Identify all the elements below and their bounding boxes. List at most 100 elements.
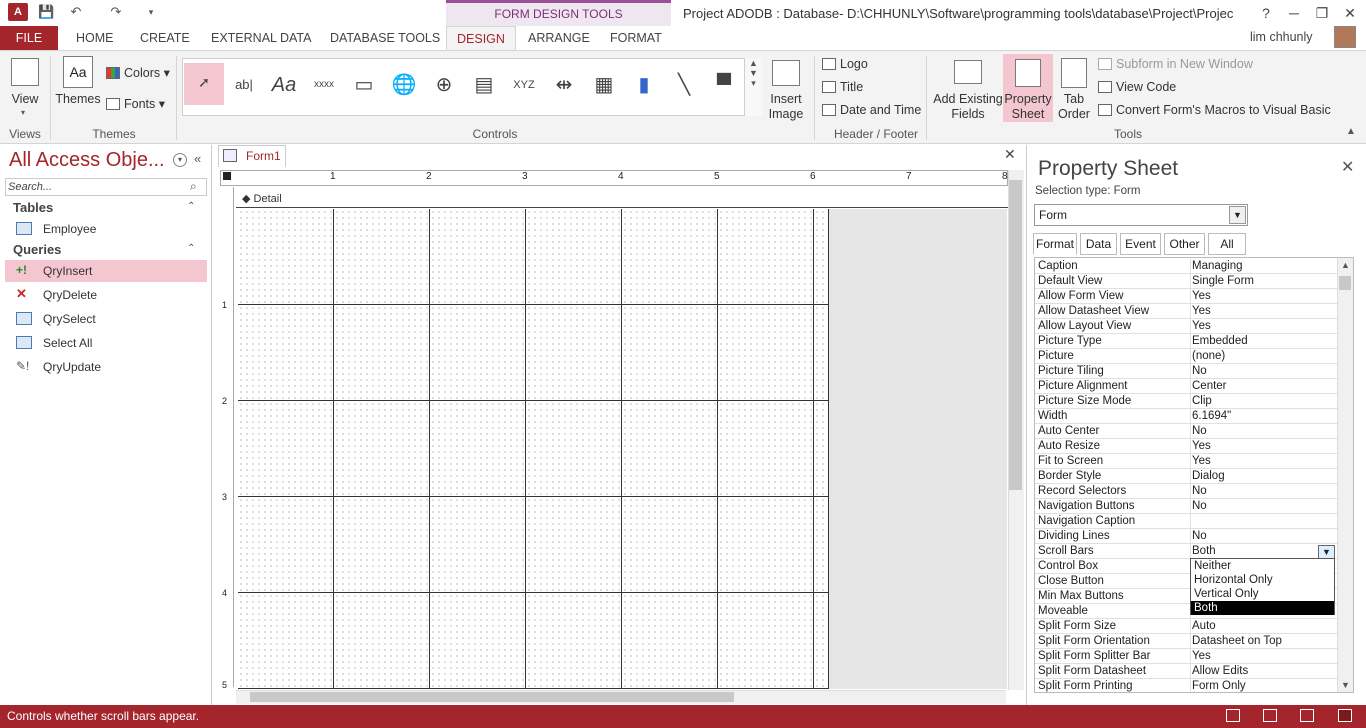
property-sheet-icon[interactable] [1015,59,1041,87]
property-row[interactable]: Picture Tiling No [1035,364,1337,379]
property-sheet-label-1[interactable]: Property [1003,92,1053,107]
form-selector[interactable] [223,172,231,180]
property-row[interactable]: Picture Type Embedded [1035,334,1337,349]
property-value[interactable]: Single Form [1190,274,1336,289]
detail-section-bar[interactable]: ◆ Detail [236,191,1008,208]
property-row[interactable]: Caption Managing [1035,259,1337,274]
selection-combo[interactable]: Form [1034,204,1248,226]
tables-section-header[interactable]: Tables [13,200,53,215]
nav-item-qryupdate[interactable]: ✎! QryUpdate [5,356,207,378]
option-group-icon[interactable]: XYZ [506,66,542,104]
ps-tab-all[interactable]: All [1208,233,1246,255]
form-view-icon[interactable] [1226,709,1240,722]
ps-tab-event[interactable]: Event [1120,233,1161,255]
property-value[interactable]: Yes [1190,454,1336,469]
tab-create[interactable]: CREATE [130,26,200,50]
property-row[interactable]: Split Form Datasheet Allow Edits [1035,664,1337,679]
view-button[interactable]: View [6,92,44,107]
property-row[interactable]: Allow Form View Yes [1035,289,1337,304]
colors-button[interactable]: Colors ▾ [106,65,170,80]
undo-icon[interactable]: ↶ [68,4,84,20]
property-row[interactable]: Split Form Size Auto [1035,619,1337,634]
property-value[interactable]: Embedded [1190,334,1336,349]
access-app-icon[interactable]: A [8,3,28,21]
tab-order-label-2[interactable]: Order [1054,107,1094,122]
navigation-control-icon[interactable]: ▤ [466,66,502,104]
restore-button[interactable]: ❐ [1311,3,1333,23]
scroll-thumb[interactable] [250,692,734,702]
tab-database-tools[interactable]: DATABASE TOOLS [320,26,450,50]
tab-arrange[interactable]: ARRANGE [518,26,600,50]
property-value[interactable]: Managing [1190,259,1336,274]
themes-icon[interactable]: Aa [63,56,93,88]
property-row[interactable]: Navigation Buttons No [1035,499,1337,514]
themes-button[interactable]: Themes [54,92,102,107]
property-row[interactable]: Auto Resize Yes [1035,439,1337,454]
web-browser-icon[interactable]: ⊕ [426,66,462,104]
insert-image-icon[interactable] [772,60,800,86]
nav-menu-icon[interactable]: ▾ [173,153,187,167]
property-value[interactable]: Auto [1190,619,1336,634]
nav-item-select-all[interactable]: Select All [5,332,207,354]
property-value[interactable]: Yes [1190,289,1336,304]
property-value[interactable]: Dialog [1190,469,1336,484]
property-value[interactable]: Yes [1190,304,1336,319]
save-icon[interactable]: 💾 [38,4,54,20]
property-value[interactable]: No [1190,484,1336,499]
add-existing-fields-label-2[interactable]: Fields [932,107,1004,122]
ps-tab-format[interactable]: Format [1033,233,1077,255]
combo-box-icon[interactable]: ▦ [586,66,622,104]
user-name[interactable]: lim chhunly [1250,30,1313,44]
form-design-grid[interactable] [238,209,829,689]
property-row[interactable]: Picture Alignment Center [1035,379,1337,394]
tab-control-icon[interactable]: ▭ [346,66,382,104]
logo-button[interactable]: Logo [822,57,868,71]
property-row[interactable]: Navigation Caption [1035,514,1337,529]
button-control-icon[interactable]: xxxx [306,66,342,104]
property-value[interactable]: Center [1190,379,1336,394]
datasheet-view-icon[interactable] [1263,709,1277,722]
nav-item-employee[interactable]: Employee [5,218,207,240]
search-icon[interactable]: ⌕ [190,179,197,194]
page-break-icon[interactable]: ⇹ [546,66,582,104]
ps-tab-data[interactable]: Data [1080,233,1117,255]
design-view-icon[interactable] [1338,709,1352,722]
scroll-bars-option[interactable]: Vertical Only [1191,587,1334,601]
view-code-button[interactable]: View Code [1098,80,1176,94]
convert-macros-button[interactable]: Convert Form's Macros to Visual Basic [1098,103,1331,117]
line-icon[interactable]: ╲ [666,66,702,104]
scroll-thumb[interactable] [1009,180,1022,490]
chevron-down-icon[interactable]: ▾ [21,108,25,117]
redo-icon[interactable]: ↷ [108,4,124,20]
property-row[interactable]: Fit to Screen Yes [1035,454,1337,469]
property-sheet-label-2[interactable]: Sheet [1003,107,1053,122]
nav-item-qrydelete[interactable]: ✕ QryDelete [5,284,207,306]
nav-item-qryselect[interactable]: QrySelect [5,308,207,330]
help-button[interactable]: ? [1255,3,1277,23]
property-value[interactable]: Yes [1190,319,1336,334]
toggle-button-icon[interactable]: ▀ [706,66,742,104]
property-row[interactable]: Split Form Printing Form Only [1035,679,1337,692]
property-value[interactable]: No [1190,499,1336,514]
scroll-bars-option[interactable]: Neither [1191,559,1334,573]
nav-search-input[interactable]: Search... [5,178,207,196]
scroll-up-icon[interactable]: ▲ [1341,260,1350,270]
title-button[interactable]: Title [822,80,863,94]
minimize-button[interactable]: ─ [1283,3,1305,23]
property-value[interactable]: Yes [1190,439,1336,454]
date-time-button[interactable]: Date and Time [822,103,921,117]
textbox-control-icon[interactable]: ab| [226,66,262,104]
property-value[interactable]: No [1190,364,1336,379]
property-row[interactable]: Picture (none) [1035,349,1337,364]
tab-home[interactable]: HOME [66,26,124,50]
nav-pane-title[interactable]: All Access Obje... [9,149,165,172]
property-value[interactable]: Datasheet on Top [1190,634,1336,649]
property-value[interactable]: No [1190,529,1336,544]
property-row[interactable]: Default View Single Form [1035,274,1337,289]
tab-external-data[interactable]: EXTERNAL DATA [201,26,321,50]
scroll-down-icon[interactable]: ▼ [1341,680,1350,690]
property-row[interactable]: Allow Layout View Yes [1035,319,1337,334]
property-value[interactable]: No [1190,424,1336,439]
close-button[interactable]: ✕ [1339,3,1361,23]
collapse-icon[interactable]: ⌃ [187,201,195,212]
